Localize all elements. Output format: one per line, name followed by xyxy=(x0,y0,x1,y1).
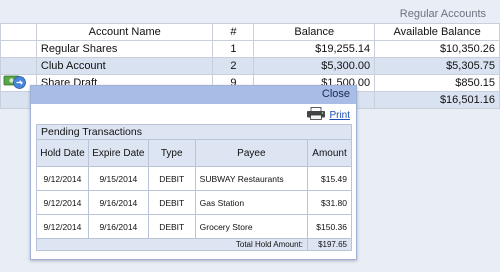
payee: Grocery Store xyxy=(194,214,309,239)
table-row: 9/12/2014 9/16/2014 DEBIT Grocery Store … xyxy=(36,214,352,239)
amount: $15.49 xyxy=(307,166,352,191)
account-number: 2 xyxy=(212,57,255,75)
close-button[interactable]: Close xyxy=(322,88,350,100)
pending-transactions-caption: Pending Transactions xyxy=(36,124,352,140)
table-row: 9/12/2014 9/16/2014 DEBIT Gas Station $3… xyxy=(36,190,352,215)
account-available-balance: $850.15 xyxy=(374,74,500,92)
pending-transactions-popup: Close Print Pending Transactions Hold Da… xyxy=(30,85,357,260)
hold-date: 9/12/2014 xyxy=(36,214,89,239)
icon-column-header xyxy=(0,23,37,41)
table-row[interactable]: Club Account 2 $5,300.00 $5,305.75 xyxy=(0,57,500,75)
expire-date: 9/16/2014 xyxy=(87,214,149,239)
transaction-type: DEBIT xyxy=(147,166,196,191)
column-header-number: # xyxy=(212,23,255,41)
column-header-payee: Payee xyxy=(194,139,309,167)
section-title: Regular Accounts xyxy=(399,8,486,20)
amount: $150.36 xyxy=(307,214,352,239)
column-header-account-name: Account Name xyxy=(35,23,214,41)
account-balance: $19,255.14 xyxy=(253,40,376,58)
pending-transactions-table: Pending Transactions Hold Date Expire Da… xyxy=(35,124,352,251)
column-header-amount: Amount xyxy=(307,139,352,167)
column-header-expire-date: Expire Date xyxy=(87,139,149,167)
table-row: 9/12/2014 9/15/2014 DEBIT SUBWAY Restaur… xyxy=(36,166,352,191)
printer-icon[interactable] xyxy=(306,107,326,123)
transaction-type: DEBIT xyxy=(147,190,196,215)
account-available-balance: $10,350.26 xyxy=(374,40,500,58)
hold-date: 9/12/2014 xyxy=(36,166,89,191)
payee: SUBWAY Restaurants xyxy=(194,166,309,191)
account-name: Club Account xyxy=(35,57,214,75)
money-transfer-icon[interactable] xyxy=(3,72,27,90)
expire-date: 9/15/2014 xyxy=(87,166,149,191)
amount: $31.80 xyxy=(307,190,352,215)
total-hold-row: Total Hold Amount: $197.65 xyxy=(35,238,352,251)
column-header-balance: Balance xyxy=(253,23,376,41)
table-row[interactable]: Regular Shares 1 $19,255.14 $10,350.26 xyxy=(0,40,500,58)
hold-date: 9/12/2014 xyxy=(36,190,89,215)
print-link[interactable]: Print xyxy=(329,110,350,121)
total-available-balance: $16,501.16 xyxy=(374,91,500,109)
column-header-type: Type xyxy=(147,139,196,167)
column-header-hold-date: Hold Date xyxy=(36,139,89,167)
expire-date: 9/16/2014 xyxy=(87,190,149,215)
total-hold-value: $197.65 xyxy=(307,238,352,251)
account-balance: $5,300.00 xyxy=(253,57,376,75)
popup-header: Close xyxy=(31,86,356,104)
account-available-balance: $5,305.75 xyxy=(374,57,500,75)
print-control[interactable]: Print xyxy=(306,107,350,123)
transaction-type: DEBIT xyxy=(147,214,196,239)
total-hold-label: Total Hold Amount: xyxy=(35,238,309,251)
payee: Gas Station xyxy=(194,190,309,215)
row-icon-cell xyxy=(0,40,37,58)
account-number: 1 xyxy=(212,40,255,58)
account-name: Regular Shares xyxy=(35,40,214,58)
column-header-available-balance: Available Balance xyxy=(374,23,500,41)
